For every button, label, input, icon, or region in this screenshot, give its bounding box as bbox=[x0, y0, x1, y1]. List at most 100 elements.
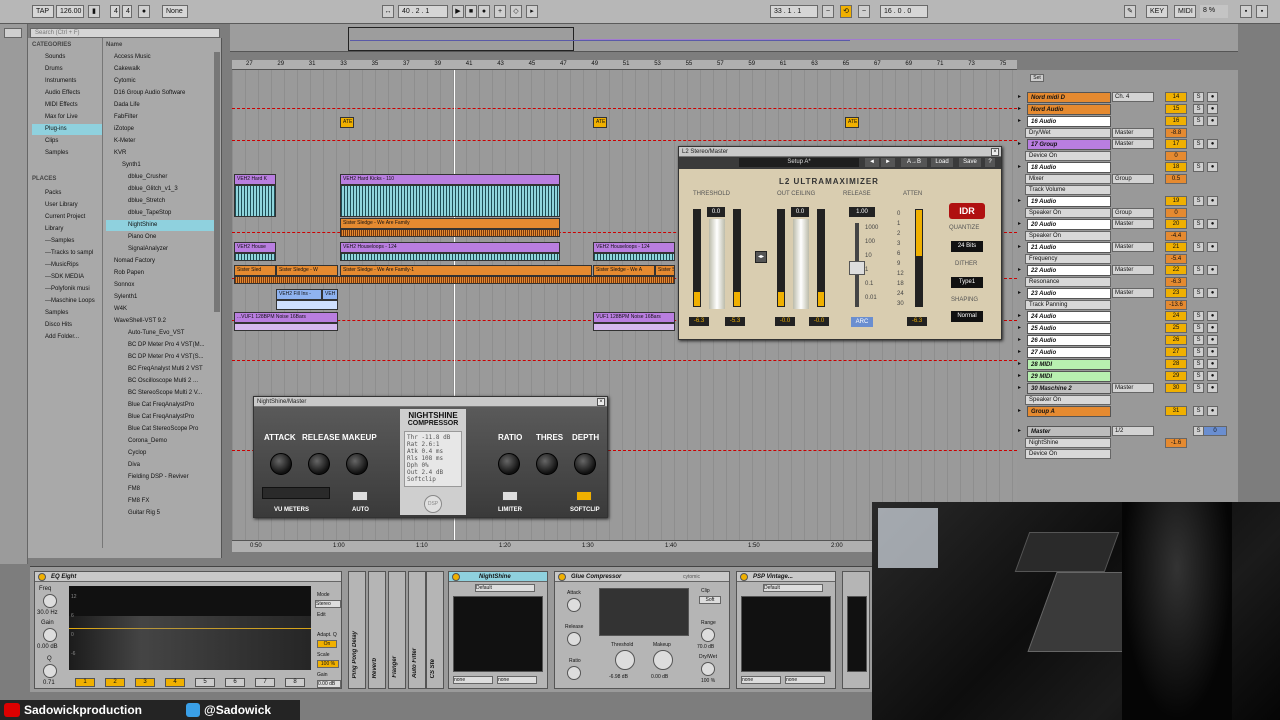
track-header[interactable]: ▸ 26 Audio 26 S ● bbox=[1017, 335, 1238, 346]
fold-arrow-icon[interactable]: ▸ bbox=[1018, 140, 1025, 148]
eq-mode-menu[interactable]: Stereo bbox=[315, 600, 341, 608]
fold-arrow-icon[interactable]: ▸ bbox=[1018, 348, 1025, 356]
eq-gain-knob[interactable] bbox=[43, 628, 57, 642]
release-slider[interactable] bbox=[849, 223, 865, 307]
track-routing-menu[interactable]: Ch. 4 bbox=[1112, 92, 1154, 102]
clip[interactable]: ATE bbox=[340, 117, 354, 128]
fold-arrow-icon[interactable]: ▸ bbox=[1018, 117, 1025, 125]
automation-chooser[interactable]: Track Panning bbox=[1025, 300, 1111, 310]
song-position[interactable]: 40 . 2 . 1 bbox=[398, 5, 448, 18]
track-activator[interactable]: 18 bbox=[1165, 162, 1187, 172]
place-sdk-media[interactable]: ---SDK MEDIA bbox=[32, 272, 102, 283]
fold-arrow-icon[interactable]: ▸ bbox=[1018, 384, 1025, 392]
ping-pong-delay-device[interactable]: Ping Pong Delay bbox=[348, 571, 366, 689]
track-activator[interactable]: 22 bbox=[1165, 265, 1187, 275]
softclip-switch[interactable] bbox=[576, 491, 592, 501]
track-name[interactable]: 22 Audio bbox=[1027, 265, 1111, 276]
arm-button[interactable]: ● bbox=[1207, 406, 1218, 416]
list-item[interactable]: BC DP Meter Pro 4 VST(M... bbox=[106, 340, 214, 351]
automation-chooser[interactable]: Dry/Wet bbox=[1025, 128, 1111, 138]
attack-knob[interactable] bbox=[270, 453, 292, 475]
solo-button[interactable]: S bbox=[1193, 371, 1204, 381]
quantize-bits-button[interactable]: 24 Bits bbox=[951, 241, 983, 252]
eq-band-button[interactable]: 2 bbox=[105, 678, 125, 687]
place-current-project[interactable]: Current Project bbox=[32, 212, 102, 223]
solo-button[interactable]: S bbox=[1193, 196, 1204, 206]
list-item[interactable]: Cakewalk bbox=[106, 64, 214, 75]
punch-out-icon[interactable]: ~ bbox=[858, 5, 870, 18]
automation-chooser[interactable]: Frequency bbox=[1025, 254, 1111, 264]
eq-band-button[interactable]: 7 bbox=[255, 678, 275, 687]
track-name[interactable]: 29 MIDI bbox=[1027, 371, 1111, 382]
clip[interactable]: VEH2 Fill Ins - bbox=[276, 289, 322, 300]
arm-button[interactable]: ● bbox=[1207, 288, 1218, 298]
dsp-button[interactable]: DSP bbox=[424, 495, 442, 513]
list-item[interactable]: Blue Cat FreqAnalystPro bbox=[106, 412, 214, 423]
list-item[interactable]: FabFilter bbox=[106, 112, 214, 123]
list-item[interactable]: W4K bbox=[106, 304, 214, 315]
track-name[interactable]: 27 Audio bbox=[1027, 347, 1111, 358]
track-header[interactable]: ▸ Group A 31 S ● bbox=[1017, 406, 1238, 417]
midi-map-button[interactable]: MIDI bbox=[1174, 5, 1196, 18]
track-routing-menu[interactable]: 1/2 bbox=[1112, 426, 1154, 436]
arm-button[interactable]: ● bbox=[1207, 265, 1218, 275]
track-name[interactable]: 16 Audio bbox=[1027, 116, 1111, 127]
place-musicrips[interactable]: ---MusicRips bbox=[32, 260, 102, 271]
track-name[interactable]: 18 Audio bbox=[1027, 162, 1111, 173]
list-item[interactable]: D16 Group Audio Software bbox=[106, 88, 214, 99]
track-activator[interactable]: 15 bbox=[1165, 104, 1187, 114]
fold-arrow-icon[interactable]: ▸ bbox=[1018, 243, 1025, 251]
clip[interactable]: VUF1 128BPM Noise 16Bars bbox=[593, 312, 675, 323]
track-header[interactable]: ▸ 18 Audio 18 S ● bbox=[1017, 162, 1238, 173]
track-activator[interactable]: 16 bbox=[1165, 116, 1187, 126]
fold-arrow-icon[interactable]: ▸ bbox=[1018, 324, 1025, 332]
prev-preset-icon[interactable]: ◄ bbox=[865, 158, 879, 167]
list-item[interactable]: Auto-Tune_Evo_VST bbox=[106, 328, 214, 339]
track-volume[interactable]: -4.4 bbox=[1165, 231, 1187, 241]
clip[interactable]: VEH2 Houseloops - 124 bbox=[593, 242, 675, 253]
eq-adapt-toggle[interactable]: On bbox=[317, 640, 337, 648]
list-item[interactable]: K-Meter bbox=[106, 136, 214, 147]
thres-knob[interactable] bbox=[536, 453, 558, 475]
track-activator[interactable]: 21 bbox=[1165, 242, 1187, 252]
eq-band-button[interactable]: 3 bbox=[135, 678, 155, 687]
arm-button[interactable]: ● bbox=[1207, 104, 1218, 114]
solo-button[interactable]: S bbox=[1193, 116, 1204, 126]
clip[interactable]: VEH2 House bbox=[234, 242, 276, 253]
place-tracks-to-sample[interactable]: ---Tracks to sampl bbox=[32, 248, 102, 259]
track-header[interactable]: ▸ 21 Audio Master 21 S ● bbox=[1017, 242, 1238, 253]
track-volume[interactable]: -5.4 bbox=[1165, 254, 1187, 264]
list-item-selected[interactable]: NightShine bbox=[106, 220, 214, 231]
arm-button[interactable]: ● bbox=[1207, 116, 1218, 126]
automation-chooser[interactable]: Speaker On bbox=[1025, 395, 1111, 405]
flanger-device[interactable]: Flanger bbox=[388, 571, 406, 689]
solo-button[interactable]: S bbox=[1193, 139, 1204, 149]
shaping-button[interactable]: Normal bbox=[951, 311, 983, 322]
track-routing-menu[interactable]: Master bbox=[1112, 265, 1154, 275]
tempo-field[interactable]: 126.00 bbox=[56, 5, 84, 18]
arm-button[interactable]: ● bbox=[1207, 219, 1218, 229]
limiter-switch[interactable] bbox=[502, 491, 518, 501]
category-midi-effects[interactable]: MIDI Effects bbox=[32, 100, 102, 111]
solo-button[interactable]: S bbox=[1193, 162, 1204, 172]
clip[interactable]: VEH2 Hard Kicks - 110 bbox=[340, 174, 560, 185]
list-item[interactable]: Sonnox bbox=[106, 280, 214, 291]
clip[interactable]: ...VUF1 128BPM Noise 16Bars bbox=[234, 312, 338, 323]
fold-arrow-icon[interactable]: ▸ bbox=[1018, 105, 1025, 113]
list-item[interactable]: BC StereoScope Multi 2 V... bbox=[106, 388, 214, 399]
track-volume[interactable]: -13.6 bbox=[1165, 300, 1187, 310]
place-disco-hits[interactable]: Disco Hits bbox=[32, 320, 102, 331]
automation-chooser[interactable]: NightShine bbox=[1025, 438, 1111, 448]
track-header[interactable]: ▸ 28 MIDI 28 S ● bbox=[1017, 359, 1238, 370]
list-item[interactable]: Sylenth1 bbox=[106, 292, 214, 303]
track-activator[interactable]: 25 bbox=[1165, 323, 1187, 333]
track-activator[interactable]: 19 bbox=[1165, 196, 1187, 206]
device-power-icon[interactable] bbox=[452, 573, 460, 581]
stop-icon[interactable]: ■ bbox=[465, 5, 477, 18]
category-drums[interactable]: Drums bbox=[32, 64, 102, 75]
solo-button[interactable]: S bbox=[1193, 323, 1204, 333]
device-power-icon[interactable] bbox=[38, 573, 46, 581]
preset-menu[interactable]: Default bbox=[475, 584, 535, 592]
list-item[interactable]: dblue_TapeStop bbox=[106, 208, 214, 219]
link-icon[interactable]: ◂▸ bbox=[755, 251, 767, 263]
